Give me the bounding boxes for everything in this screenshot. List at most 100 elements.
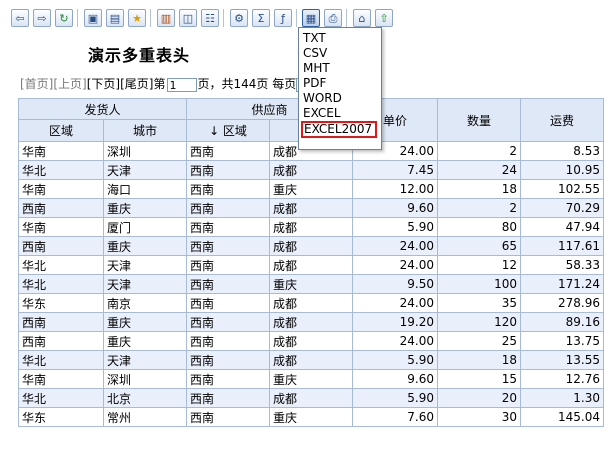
table-row: 华南 深圳 西南 重庆 9.60 15 12.76	[18, 369, 604, 389]
table-row: 华东 南京 西南 成都 24.00 35 278.96	[18, 293, 604, 313]
freight-cell: 171.24	[520, 274, 604, 294]
table-row: 华北 天津 西南 重庆 9.50 100 171.24	[18, 274, 604, 294]
price-cell: 7.60	[352, 407, 438, 427]
city-cell: 常州	[103, 407, 187, 427]
city-cell: 天津	[103, 274, 187, 294]
save-as-icon[interactable]: ▤	[106, 9, 124, 27]
supplier-region-cell: 西南	[186, 198, 270, 218]
quantity-cell: 20	[437, 388, 521, 408]
toolbar-separator	[223, 9, 224, 27]
forward-icon[interactable]: ⇨	[33, 9, 51, 27]
quantity-cell: 120	[437, 312, 521, 332]
freight-cell: 102.55	[520, 179, 604, 199]
layout-icon[interactable]: ◫	[179, 9, 197, 27]
city-cell: 重庆	[103, 198, 187, 218]
region-cell: 华南	[18, 179, 104, 199]
price-cell: 24.00	[352, 331, 438, 351]
menu-item-excel[interactable]: EXCEL	[303, 106, 341, 121]
menu-item-excel2007[interactable]: EXCEL2007	[301, 121, 377, 138]
menu-item-csv[interactable]: CSV	[303, 46, 327, 61]
city-cell: 深圳	[103, 141, 187, 161]
supplier-city-cell: 成都	[269, 312, 353, 332]
save-icon[interactable]: ▣	[84, 9, 102, 27]
refresh-icon[interactable]: ↻	[55, 9, 73, 27]
quantity-cell: 18	[437, 179, 521, 199]
city-cell: 重庆	[103, 236, 187, 256]
price-cell: 9.60	[352, 369, 438, 389]
shipper-city-header[interactable]: 城市	[103, 119, 187, 142]
region-cell: 华南	[18, 141, 104, 161]
print-icon[interactable]: ⎙	[324, 9, 342, 27]
supplier-city-cell: 成都	[269, 198, 353, 218]
shipper-group-header: 发货人	[18, 98, 187, 120]
supplier-city-cell: 成都	[269, 217, 353, 237]
price-cell: 24.00	[352, 236, 438, 256]
sum-icon[interactable]: Σ	[252, 9, 270, 27]
price-cell: 9.50	[352, 274, 438, 294]
toolbar-separator	[346, 9, 347, 27]
region-cell: 华北	[18, 388, 104, 408]
supplier-city-cell: 重庆	[269, 179, 353, 199]
page-title: 演示多重表头	[88, 46, 191, 65]
city-cell: 天津	[103, 350, 187, 370]
shipper-region-header[interactable]: 区域	[18, 119, 104, 142]
per-page-label: 每页	[272, 77, 297, 91]
table-row: 西南 重庆 西南 成都 24.00 25 13.75	[18, 331, 604, 351]
print-setup-icon[interactable]: ⌂	[353, 9, 371, 27]
freight-cell: 10.95	[520, 160, 604, 180]
city-cell: 重庆	[103, 312, 187, 332]
price-cell: 5.90	[352, 388, 438, 408]
first-page-link[interactable]: [首页]	[20, 77, 53, 91]
next-page-link[interactable]: [下页]	[87, 77, 120, 91]
supplier-region-cell: 西南	[186, 407, 270, 427]
prev-page-link[interactable]: [上页]	[53, 77, 86, 91]
toolbar-separator	[296, 9, 297, 27]
quantity-cell: 12	[437, 255, 521, 275]
menu-item-pdf[interactable]: PDF	[303, 76, 326, 91]
region-cell: 西南	[18, 331, 104, 351]
price-cell: 19.20	[352, 312, 438, 332]
supplier-city-cell: 成都	[269, 388, 353, 408]
toolbar-separator	[150, 9, 151, 27]
freight-cell: 13.55	[520, 350, 604, 370]
region-cell: 西南	[18, 198, 104, 218]
quantity-cell: 24	[437, 160, 521, 180]
quantity-cell: 100	[437, 274, 521, 294]
page-number-input[interactable]: 1	[166, 77, 197, 92]
quantity-cell: 80	[437, 217, 521, 237]
supplier-region-header[interactable]: ↓ 区域	[186, 119, 270, 142]
table-row: 西南 重庆 西南 成都 19.20 120 89.16	[18, 312, 604, 332]
freight-cell: 145.04	[520, 407, 604, 427]
quantity-header[interactable]: 数量	[437, 98, 521, 142]
supplier-region-cell: 西南	[186, 255, 270, 275]
menu-item-mht[interactable]: MHT	[303, 61, 330, 76]
region-cell: 华南	[18, 217, 104, 237]
tree-icon[interactable]: ☷	[201, 9, 219, 27]
menu-item-word[interactable]: WORD	[303, 91, 342, 106]
page-suffix-label: 页，共144页	[197, 77, 269, 91]
table-row: 西南 重庆 西南 成都 24.00 65 117.61	[18, 236, 604, 256]
table-row: 西南 重庆 西南 成都 9.60 2 70.29	[18, 198, 604, 218]
price-cell: 24.00	[352, 293, 438, 313]
upload-icon[interactable]: ⇧	[375, 9, 393, 27]
freight-header[interactable]: 运费	[520, 98, 604, 142]
settings-icon[interactable]: ⚙	[230, 9, 248, 27]
formula-icon[interactable]: ƒ	[274, 9, 292, 27]
freight-cell: 1.30	[520, 388, 604, 408]
menu-item-txt[interactable]: TXT	[303, 31, 326, 46]
quantity-cell: 18	[437, 350, 521, 370]
favorite-icon[interactable]: ★	[128, 9, 146, 27]
price-cell: 12.00	[352, 179, 438, 199]
supplier-region-cell: 西南	[186, 293, 270, 313]
chart-icon[interactable]: ▥	[157, 9, 175, 27]
freight-cell: 8.53	[520, 141, 604, 161]
last-page-link[interactable]: [尾页]	[120, 77, 153, 91]
region-cell: 西南	[18, 236, 104, 256]
export-icon[interactable]: ▦	[302, 9, 320, 27]
supplier-city-cell: 重庆	[269, 407, 353, 427]
back-icon[interactable]: ⇦	[11, 9, 29, 27]
quantity-cell: 35	[437, 293, 521, 313]
table-row: 华南 厦门 西南 成都 5.90 80 47.94	[18, 217, 604, 237]
supplier-city-cell: 成都	[269, 255, 353, 275]
supplier-region-cell: 西南	[186, 312, 270, 332]
